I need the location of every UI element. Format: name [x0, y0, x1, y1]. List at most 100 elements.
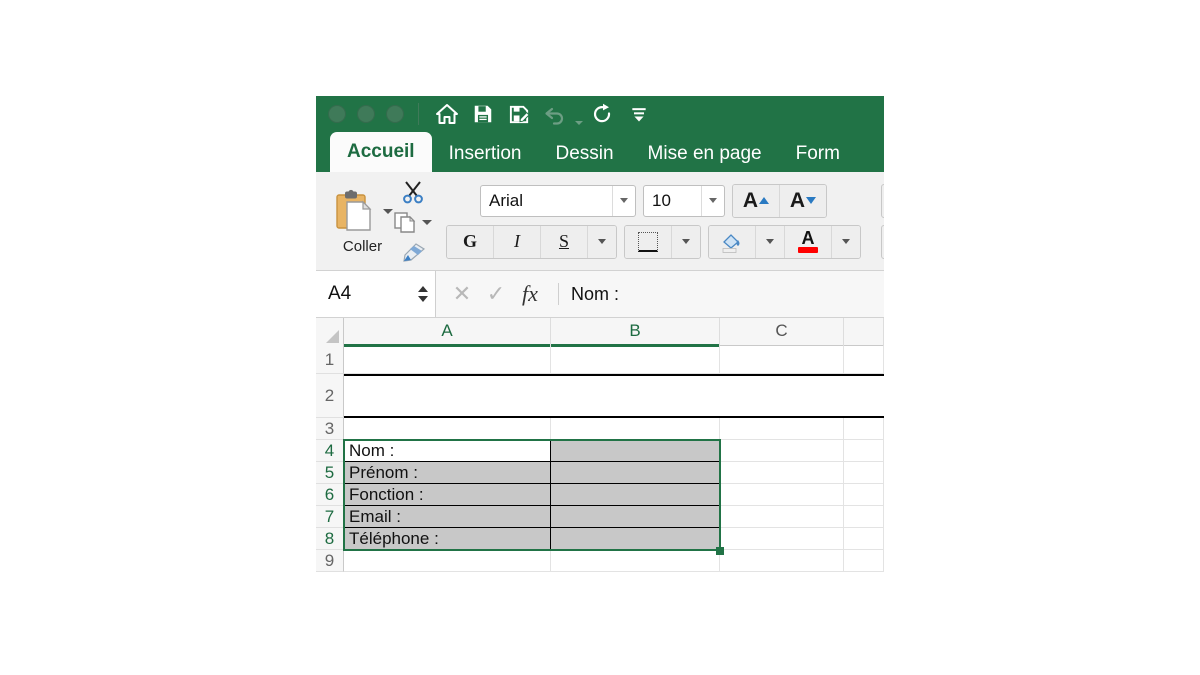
- cell-a1[interactable]: [344, 346, 551, 374]
- cell-c1[interactable]: [720, 346, 844, 374]
- cell-a7[interactable]: Email :: [344, 506, 551, 528]
- tab-mise-en-page[interactable]: Mise en page: [631, 136, 779, 172]
- font-size-dropdown-icon[interactable]: [701, 185, 724, 216]
- cut-button[interactable]: [400, 178, 426, 206]
- cell-b7[interactable]: [551, 506, 720, 528]
- copy-button[interactable]: [393, 208, 432, 236]
- cell-a6[interactable]: Fonction :: [344, 484, 551, 506]
- redo-icon[interactable]: [585, 98, 621, 130]
- row-header-4[interactable]: 4: [316, 440, 344, 462]
- minimize-window-button[interactable]: [357, 105, 375, 123]
- font-name-combo[interactable]: Arial: [480, 184, 636, 217]
- cell-c7[interactable]: [720, 506, 844, 528]
- column-header-a[interactable]: A: [344, 318, 551, 347]
- undo-dropdown-icon[interactable]: [573, 96, 585, 135]
- font-row-top: Arial 10 A A: [480, 183, 827, 218]
- cell-b8[interactable]: [551, 528, 720, 550]
- column-header-d[interactable]: [844, 318, 884, 346]
- cell-c5[interactable]: [720, 462, 844, 484]
- increase-font-size-button[interactable]: A: [733, 184, 780, 217]
- cell-d7[interactable]: [844, 506, 884, 528]
- bold-button[interactable]: G: [447, 225, 494, 258]
- cell-b6[interactable]: [551, 484, 720, 506]
- fill-color-button[interactable]: [709, 225, 756, 258]
- quick-access-toolbar: [429, 96, 657, 135]
- formula-input[interactable]: Nom :: [571, 284, 619, 305]
- cell-a9[interactable]: [344, 550, 551, 572]
- row-header-9[interactable]: 9: [316, 550, 344, 572]
- row-header-3[interactable]: 3: [316, 418, 344, 440]
- underline-dropdown-icon[interactable]: [588, 225, 616, 258]
- font-color-dropdown-icon[interactable]: [832, 225, 860, 258]
- cell-c4[interactable]: [720, 440, 844, 462]
- save-icon[interactable]: [465, 98, 501, 130]
- font-color-button[interactable]: A: [785, 225, 832, 258]
- cell-a5[interactable]: Prénom :: [344, 462, 551, 484]
- row-header-1[interactable]: 1: [316, 346, 344, 374]
- column-header-b[interactable]: B: [551, 318, 720, 347]
- cell-d6[interactable]: [844, 484, 884, 506]
- align-top-button[interactable]: [881, 183, 884, 218]
- tab-formules[interactable]: Form: [779, 136, 857, 172]
- paste-dropdown-icon[interactable]: [383, 209, 393, 214]
- column-header-c[interactable]: C: [720, 318, 844, 346]
- cell-b1[interactable]: [551, 346, 720, 374]
- confirm-entry-button[interactable]: ✓: [484, 281, 508, 306]
- toolbar-divider: [418, 103, 419, 125]
- customize-toolbar-icon[interactable]: [621, 98, 657, 130]
- cell-c8[interactable]: [720, 528, 844, 550]
- insert-function-button[interactable]: fx: [518, 281, 542, 306]
- close-window-button[interactable]: [328, 105, 346, 123]
- borders-dropdown-icon[interactable]: [672, 225, 700, 258]
- borders-button[interactable]: [625, 225, 672, 258]
- cell-d9[interactable]: [844, 550, 884, 572]
- cell-d4[interactable]: [844, 440, 884, 462]
- font-size-combo[interactable]: 10: [643, 184, 725, 217]
- font-name-value: Arial: [489, 190, 524, 210]
- column-headers: A B C: [316, 318, 884, 347]
- copy-dropdown-icon[interactable]: [422, 219, 432, 225]
- cell-b9[interactable]: [551, 550, 720, 572]
- cell-d5[interactable]: [844, 462, 884, 484]
- decrease-font-size-button[interactable]: A: [780, 184, 826, 217]
- cell-d1[interactable]: [844, 346, 884, 374]
- cell-d8[interactable]: [844, 528, 884, 550]
- align-left-button[interactable]: [881, 224, 884, 259]
- cell-b5[interactable]: [551, 462, 720, 484]
- tab-accueil[interactable]: Accueil: [330, 132, 432, 172]
- font-name-dropdown-icon[interactable]: [612, 185, 635, 216]
- undo-icon[interactable]: [537, 98, 573, 130]
- cell-a4[interactable]: Nom :: [344, 440, 551, 462]
- cell-a8[interactable]: Téléphone :: [344, 528, 551, 550]
- row-header-5[interactable]: 5: [316, 462, 344, 484]
- name-box-spinner[interactable]: [411, 286, 435, 302]
- row-header-2[interactable]: 2: [316, 374, 344, 418]
- cell-c6[interactable]: [720, 484, 844, 506]
- save-as-icon[interactable]: [501, 98, 537, 130]
- cell-c3[interactable]: [720, 418, 844, 440]
- paste-button[interactable]: [332, 188, 393, 236]
- home-icon[interactable]: [429, 98, 465, 130]
- format-painter-button[interactable]: [400, 238, 426, 266]
- italic-button[interactable]: I: [494, 225, 541, 258]
- tab-dessin[interactable]: Dessin: [538, 136, 630, 172]
- shrink-font-label: A: [789, 188, 805, 212]
- cell-b4[interactable]: [551, 440, 720, 462]
- fill-handle[interactable]: [716, 547, 724, 555]
- cell-c9[interactable]: [720, 550, 844, 572]
- cell-a3[interactable]: [344, 418, 551, 440]
- fill-color-dropdown-icon[interactable]: [756, 225, 785, 258]
- cancel-entry-button[interactable]: ✕: [450, 281, 474, 306]
- row-header-8[interactable]: 8: [316, 528, 344, 550]
- select-all-corner-button[interactable]: [316, 318, 344, 346]
- zoom-window-button[interactable]: [386, 105, 404, 123]
- row-header-7[interactable]: 7: [316, 506, 344, 528]
- cell-a2-merged[interactable]: [344, 374, 884, 418]
- row-header-6[interactable]: 6: [316, 484, 344, 506]
- underline-button[interactable]: S: [541, 225, 588, 258]
- name-box[interactable]: A4: [316, 271, 436, 317]
- cell-b3[interactable]: [551, 418, 720, 440]
- cell-d3[interactable]: [844, 418, 884, 440]
- color-buttons: A: [708, 224, 861, 259]
- tab-insertion[interactable]: Insertion: [432, 136, 539, 172]
